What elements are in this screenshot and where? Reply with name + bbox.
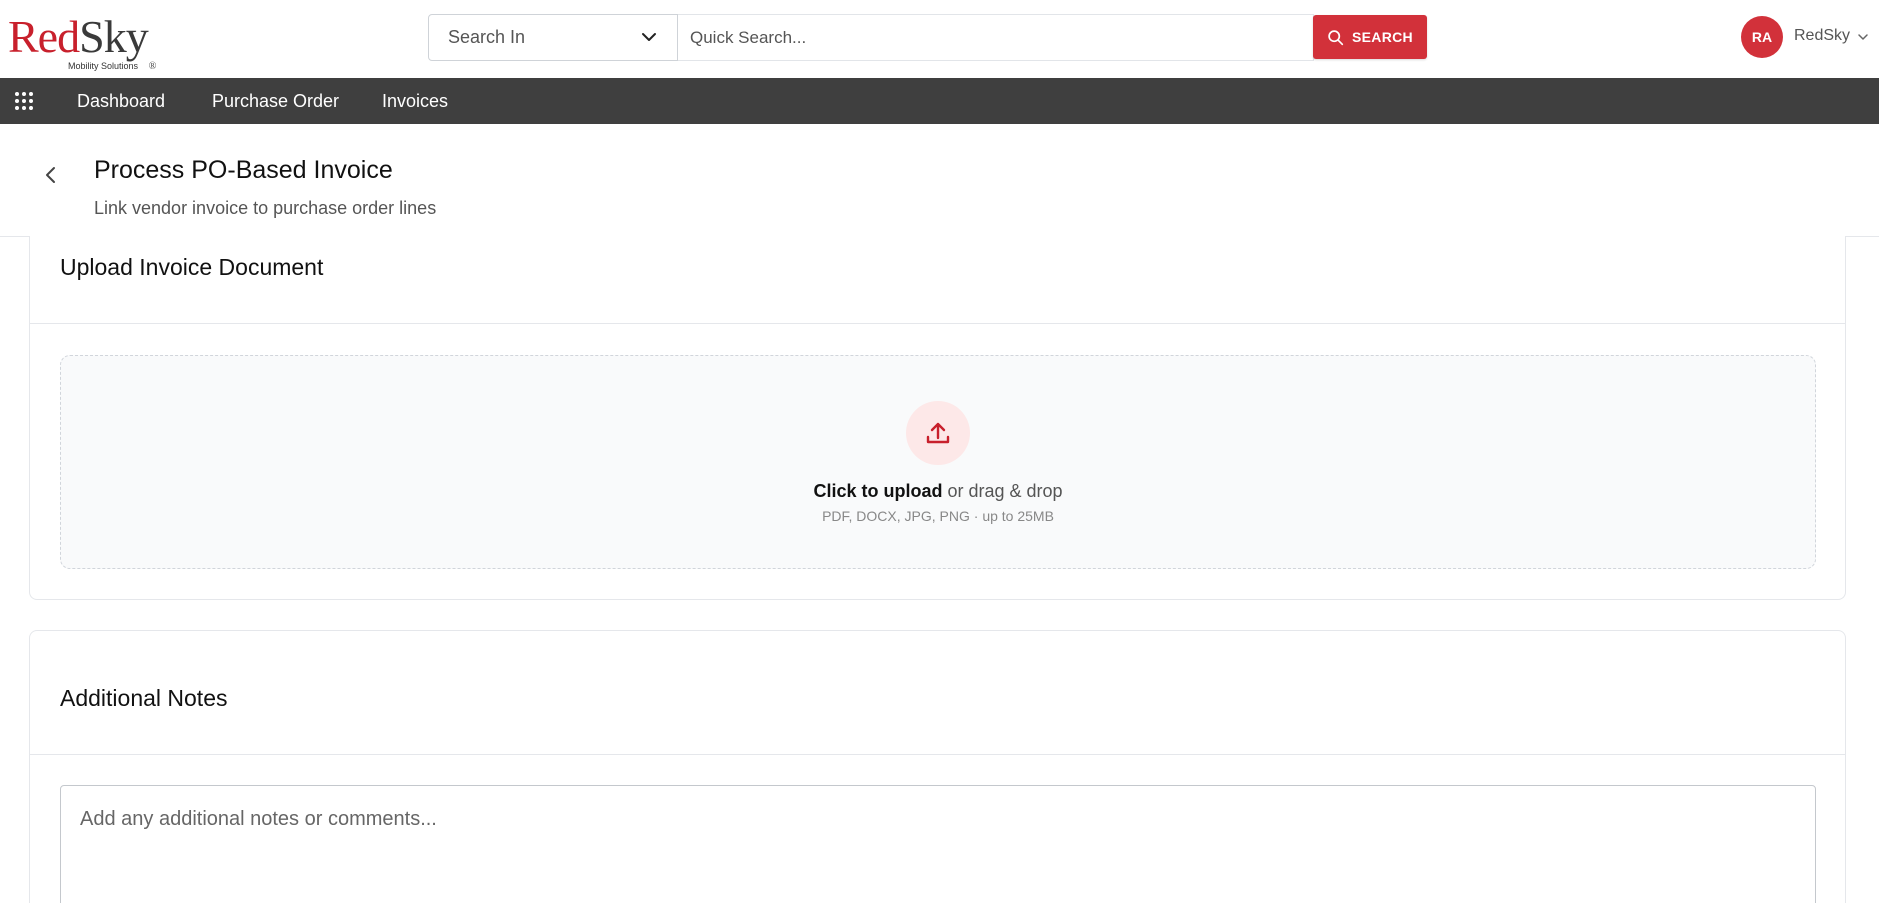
click-to-upload-text[interactable]: Click to upload: [813, 481, 942, 501]
user-name[interactable]: RedSky: [1794, 27, 1850, 45]
nav-item-dashboard[interactable]: Dashboard: [77, 78, 165, 124]
search-button-label: SEARCH: [1352, 29, 1413, 45]
quick-search-input[interactable]: [678, 15, 1313, 60]
page-subtitle: Link vendor invoice to purchase order li…: [94, 198, 437, 218]
upload-card-title: Upload Invoice Document: [60, 254, 324, 280]
upload-instructions: Click to upload or drag & drop: [813, 481, 1063, 501]
card-divider: [30, 754, 1845, 755]
redsky-logo[interactable]: RedSky® Mobility Solutions: [8, 14, 156, 73]
upload-hint: PDF, DOCX, JPG, PNG · up to 25MB: [822, 508, 1054, 524]
upload-dropzone[interactable]: Click to upload or drag & drop PDF, DOCX…: [60, 355, 1816, 569]
search-in-dropdown[interactable]: Search In: [428, 14, 678, 61]
search-in-label: Search In: [448, 27, 526, 47]
notes-card-title: Additional Notes: [60, 685, 228, 711]
page-header: Process PO-Based Invoice Link vendor inv…: [0, 124, 1879, 237]
chevron-down-icon[interactable]: [1856, 30, 1870, 44]
notes-textarea[interactable]: [60, 785, 1816, 903]
nav-item-invoices[interactable]: Invoices: [382, 78, 448, 124]
search-icon: [1328, 29, 1344, 45]
upload-invoice-card: Upload Invoice Document Click to upload …: [29, 236, 1846, 600]
user-avatar[interactable]: RA: [1741, 16, 1783, 58]
chevron-left-icon[interactable]: [40, 164, 62, 186]
upload-icon-circle: [906, 401, 970, 465]
page-title: Process PO-Based Invoice: [94, 156, 393, 184]
nav-item-purchase-order[interactable]: Purchase Order: [212, 78, 339, 124]
additional-notes-card: Additional Notes: [29, 630, 1846, 903]
main-nav: Dashboard Purchase Order Invoices: [0, 78, 1879, 124]
logo-tagline: Mobility Solutions: [68, 61, 139, 71]
search-button[interactable]: SEARCH: [1313, 15, 1427, 59]
chevron-down-icon: [642, 33, 656, 41]
upload-icon: [926, 422, 950, 444]
top-header: RedSky® Mobility Solutions Search In SEA…: [0, 0, 1879, 78]
quick-search-field[interactable]: [678, 14, 1314, 61]
card-divider: [30, 323, 1845, 324]
grid-icon[interactable]: [14, 91, 34, 111]
